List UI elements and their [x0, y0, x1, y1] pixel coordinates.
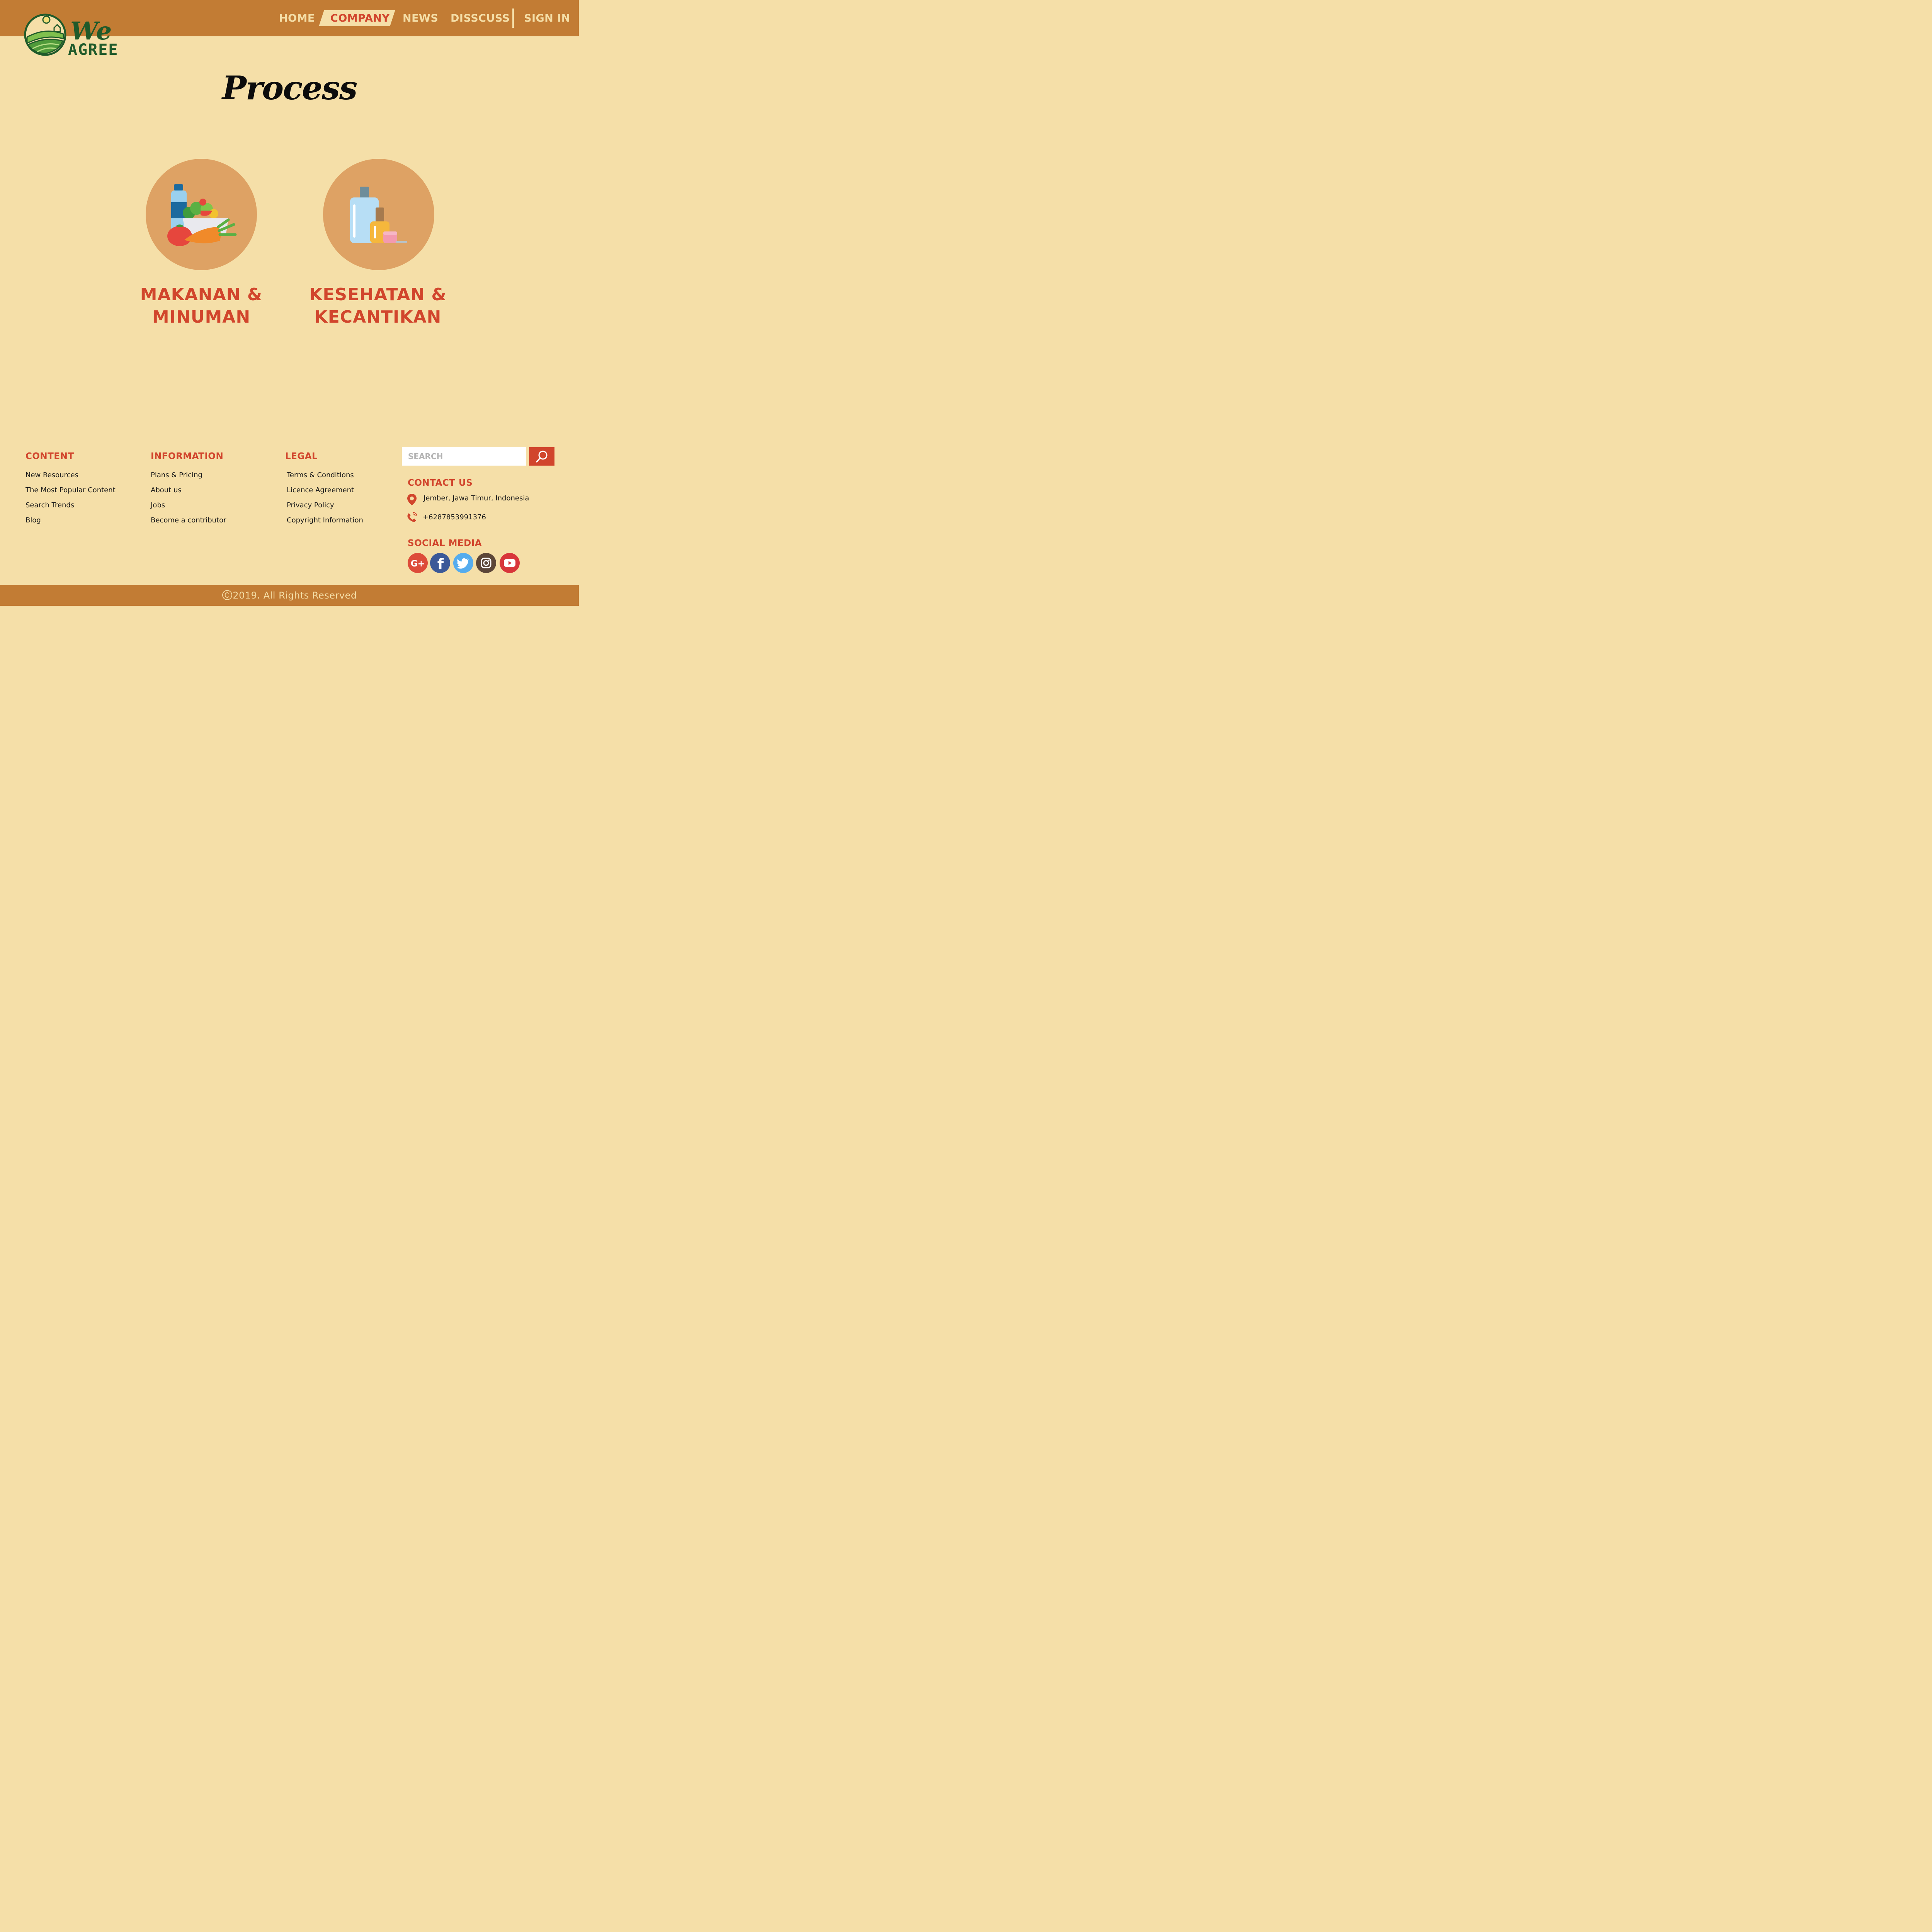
twitter-button[interactable]: [453, 553, 473, 573]
nav-company[interactable]: COMPANY: [330, 11, 390, 26]
footer-link-popular-content[interactable]: The Most Popular Content: [26, 486, 116, 494]
nav-news[interactable]: NEWS: [403, 11, 438, 26]
footer-link-blog[interactable]: Blog: [26, 516, 41, 524]
category-health-line1: KESEHATAN &: [309, 285, 447, 304]
location-pin-icon: [407, 494, 417, 505]
svg-text:AGREE: AGREE: [68, 41, 117, 59]
category-health-line2: KECANTIKAN: [314, 307, 442, 327]
instagram-icon: [481, 558, 492, 568]
footer-content-heading: CONTENT: [26, 451, 74, 461]
footer-link-new-resources[interactable]: New Resources: [26, 471, 78, 479]
nav-divider: [512, 9, 514, 28]
nav-discuss[interactable]: DISSCUSS: [451, 11, 510, 26]
footer-legal-heading: LEGAL: [285, 451, 318, 461]
copyright-icon: [222, 590, 233, 600]
contact-heading: CONTACT US: [408, 478, 473, 488]
twitter-icon: [456, 558, 469, 569]
footer-information-heading: INFORMATION: [151, 451, 224, 461]
nav-sign-in[interactable]: SIGN IN: [524, 11, 570, 26]
we-agree-logo[interactable]: We AGREE: [24, 12, 117, 60]
footer-link-terms[interactable]: Terms & Conditions: [287, 471, 354, 479]
footer-link-copyright-info[interactable]: Copyright Information: [287, 516, 363, 524]
footer-link-plans-pricing[interactable]: Plans & Pricing: [151, 471, 202, 479]
category-food-line2: MINUMAN: [152, 307, 251, 327]
facebook-button[interactable]: f: [430, 553, 450, 573]
category-food-line1: MAKANAN &: [140, 285, 263, 304]
category-health-title[interactable]: KESEHATAN & KECANTIKAN: [301, 284, 455, 328]
footer-link-privacy[interactable]: Privacy Policy: [287, 501, 334, 509]
youtube-icon: [504, 559, 515, 567]
search-icon: [536, 451, 548, 463]
food-and-drink-icon: [167, 184, 237, 246]
contact-address: Jember, Jawa Timur, Indonesia: [423, 494, 529, 502]
youtube-button[interactable]: [500, 553, 520, 573]
svg-text:f: f: [437, 556, 444, 573]
footer-link-search-trends[interactable]: Search Trends: [26, 501, 74, 509]
copyright-text: 2019. All Rights Reserved: [0, 585, 579, 606]
footer-link-about-us[interactable]: About us: [151, 486, 182, 494]
search-input[interactable]: [402, 447, 526, 466]
category-health-card[interactable]: [323, 159, 434, 270]
facebook-icon: f: [437, 556, 444, 573]
svg-text:G+: G+: [411, 559, 425, 569]
contact-phone: +6287853991376: [423, 513, 486, 521]
category-food-card[interactable]: [146, 159, 257, 270]
category-food-title[interactable]: MAKANAN & MINUMAN: [124, 284, 279, 328]
search-button[interactable]: [529, 447, 554, 466]
social-media-heading: SOCIAL MEDIA: [408, 538, 482, 548]
footer-link-jobs[interactable]: Jobs: [151, 501, 165, 509]
nav-home[interactable]: HOME: [279, 11, 315, 26]
google-plus-button[interactable]: G+: [408, 553, 428, 573]
page-title: Process: [222, 69, 358, 107]
instagram-button[interactable]: [476, 553, 496, 573]
google-plus-icon: G+: [411, 559, 425, 569]
phone-icon: [407, 512, 417, 522]
copyright-label: 2019. All Rights Reserved: [233, 590, 357, 601]
footer-link-become-contributor[interactable]: Become a contributor: [151, 516, 226, 524]
footer-link-licence[interactable]: Licence Agreement: [287, 486, 354, 494]
cosmetics-icon: [350, 187, 407, 243]
